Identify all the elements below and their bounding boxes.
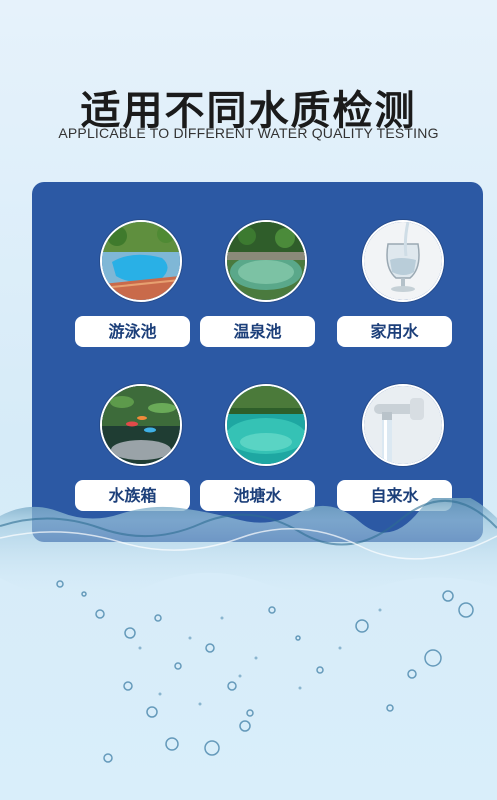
item-swimming-pool[interactable]: 游泳池 [75, 220, 205, 360]
item-label: 家用水 [337, 316, 452, 347]
drinking-glass-icon [362, 220, 444, 302]
item-label: 游泳池 [75, 316, 190, 347]
item-label: 温泉池 [200, 316, 315, 347]
faucet-icon [362, 384, 444, 466]
aquarium-icon [100, 384, 182, 466]
water-splash-decoration [0, 498, 497, 800]
swimming-pool-icon [100, 220, 182, 302]
hot-spring-icon [225, 220, 307, 302]
page-subtitle: APPLICABLE TO DIFFERENT WATER QUALITY TE… [58, 125, 439, 141]
water-types-panel: 游泳池 温泉池 家用水 水族箱 池塘水 自来水 [32, 182, 483, 542]
item-household-water[interactable]: 家用水 [337, 220, 467, 360]
pond-icon [225, 384, 307, 466]
item-hot-spring[interactable]: 温泉池 [200, 220, 330, 360]
